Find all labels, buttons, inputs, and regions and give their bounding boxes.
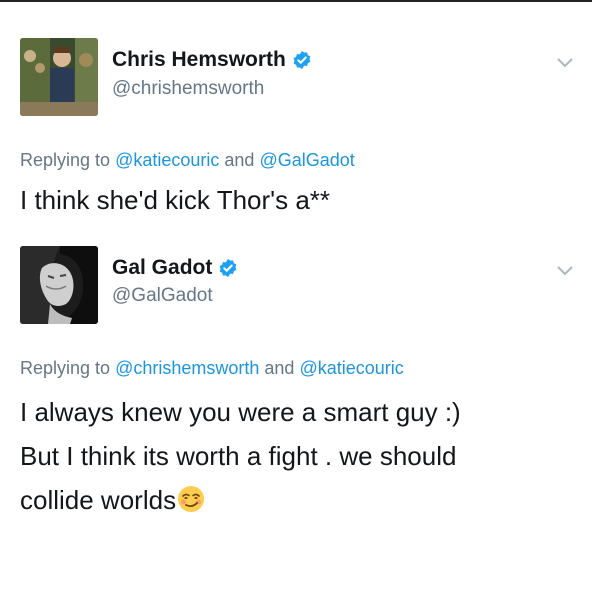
- mention-link[interactable]: @katiecouric: [299, 358, 403, 378]
- author-name[interactable]: Gal Gadot: [112, 256, 212, 280]
- author-name-row: Chris Hemsworth: [112, 48, 312, 72]
- avatar[interactable]: [20, 246, 98, 324]
- replying-to: Replying to @chrishemsworth and @katieco…: [20, 358, 404, 379]
- mention-link[interactable]: @chrishemsworth: [115, 358, 259, 378]
- verified-badge-icon: [218, 258, 238, 278]
- chevron-down-icon[interactable]: [556, 57, 574, 69]
- replying-prefix: Replying to: [20, 150, 111, 170]
- top-divider: [0, 0, 592, 2]
- tweet-text: I always knew you were a smart guy :) Bu…: [20, 390, 461, 522]
- tweet-line: I always knew you were a smart guy :): [20, 397, 461, 427]
- author-name[interactable]: Chris Hemsworth: [112, 48, 286, 72]
- verified-badge-icon: [292, 50, 312, 70]
- tweet-line: collide worlds: [20, 485, 177, 515]
- author-name-row: Gal Gadot: [112, 256, 238, 280]
- tweet-line: But I think its worth a fight . we shoul…: [20, 441, 457, 471]
- author-handle[interactable]: @chrishemsworth: [112, 78, 264, 100]
- avatar[interactable]: [20, 38, 98, 116]
- tweet-line-last: collide worlds: [20, 478, 461, 522]
- replying-to: Replying to @katiecouric and @GalGadot: [20, 150, 355, 171]
- author-handle[interactable]: @GalGadot: [112, 285, 213, 307]
- mention-link[interactable]: @GalGadot: [259, 150, 354, 170]
- replying-conj: and: [264, 358, 295, 378]
- mention-link[interactable]: @katiecouric: [115, 150, 219, 170]
- replying-conj: and: [224, 150, 255, 170]
- replying-prefix: Replying to: [20, 358, 111, 378]
- tweet-text: I think she'd kick Thor's a**: [20, 178, 330, 222]
- tweet-line: I think she'd kick Thor's a**: [20, 185, 331, 215]
- smirking-face-icon: [177, 482, 205, 512]
- chevron-down-icon[interactable]: [556, 265, 574, 277]
